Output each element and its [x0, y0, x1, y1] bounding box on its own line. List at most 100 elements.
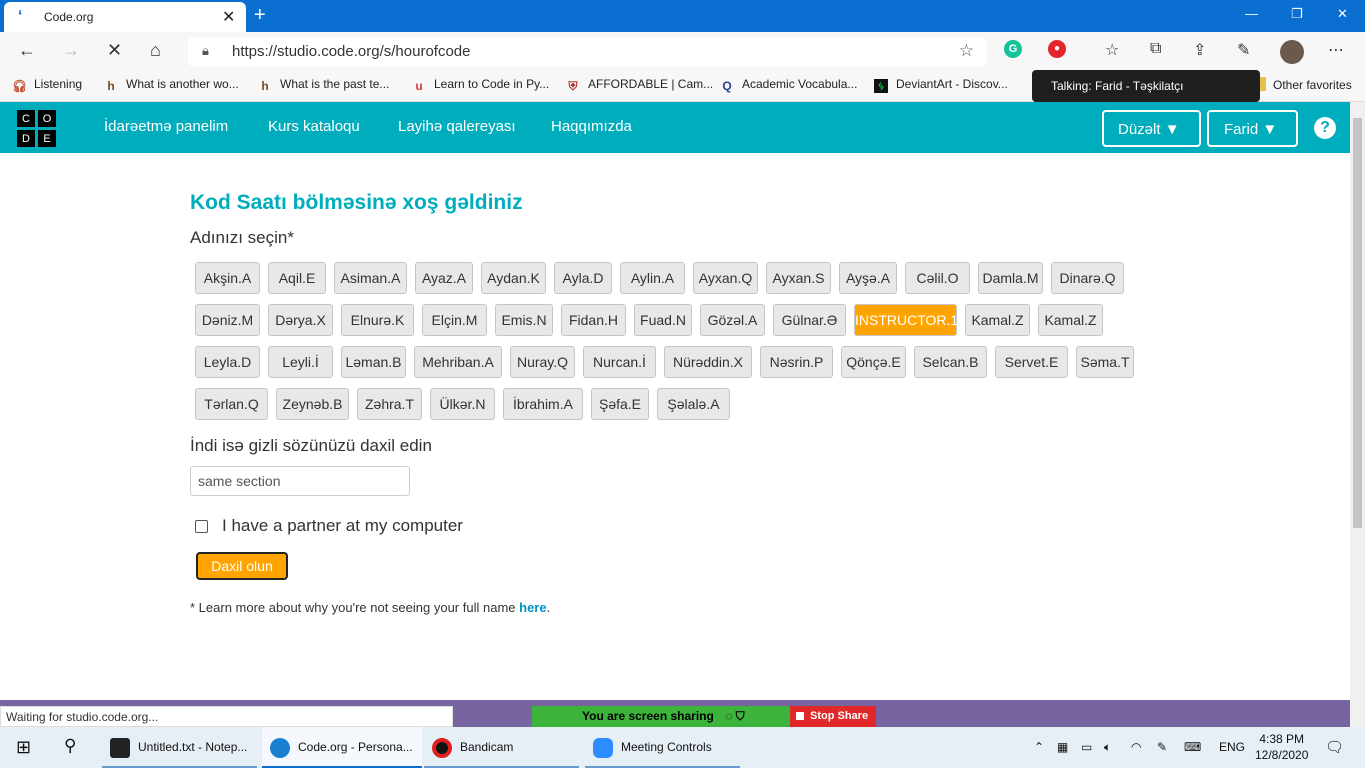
- name-chip[interactable]: Nəsrin.P: [760, 346, 833, 378]
- name-chip[interactable]: Emis.N: [495, 304, 553, 336]
- other-favorites[interactable]: Other favorites: [1258, 77, 1352, 92]
- name-chip[interactable]: Ayla.D: [554, 262, 612, 294]
- name-chip[interactable]: Asiman.A: [334, 262, 407, 294]
- taskbar-item-zoom[interactable]: Meeting Controls: [585, 727, 740, 768]
- url-text[interactable]: https://studio.code.org/s/hourofcode: [232, 43, 470, 60]
- name-chip[interactable]: Kamal.Z: [965, 304, 1030, 336]
- name-chip[interactable]: Mehriban.A: [414, 346, 502, 378]
- name-chip[interactable]: Fidan.H: [561, 304, 626, 336]
- name-chip[interactable]: Dərya.X: [268, 304, 333, 336]
- name-chip[interactable]: Ülkər.N: [430, 388, 495, 420]
- taskbar-item-edge[interactable]: Code.org - Persona...: [262, 727, 422, 768]
- page-scrollbar[interactable]: [1350, 102, 1365, 727]
- name-chip[interactable]: Aqil.E: [268, 262, 326, 294]
- nav-course-catalog[interactable]: Kurs kataloqu: [268, 118, 360, 135]
- help-icon[interactable]: ?: [1314, 117, 1336, 139]
- tray-chevron-icon[interactable]: ⌃: [1034, 740, 1044, 754]
- opera-ext-icon[interactable]: ●: [1048, 40, 1066, 58]
- name-chip[interactable]: Akşin.A: [195, 262, 260, 294]
- name-chip[interactable]: Aylin.A: [620, 262, 685, 294]
- name-chip[interactable]: Dəniz.M: [195, 304, 260, 336]
- volume-icon[interactable]: 🔈︎: [1104, 740, 1111, 755]
- wifi-icon[interactable]: ◠: [1131, 740, 1141, 754]
- stop-share-button[interactable]: Stop Share: [790, 706, 876, 727]
- browser-tab[interactable]: ʻ Code.org ✕: [4, 2, 246, 32]
- nav-about[interactable]: Haqqımızda: [551, 118, 632, 135]
- window-close-icon[interactable]: ✕: [1337, 6, 1348, 22]
- notifications-icon[interactable]: 🗨︎: [1325, 738, 1344, 756]
- minimize-icon[interactable]: —: [1245, 6, 1258, 21]
- name-chip[interactable]: Ayşə.A: [839, 262, 897, 294]
- name-chip[interactable]: Şəlalə.A: [657, 388, 730, 420]
- name-chip[interactable]: Zeynəb.B: [276, 388, 349, 420]
- home-icon[interactable]: ⌂: [150, 40, 161, 61]
- forward-icon[interactable]: →: [62, 40, 80, 61]
- language-indicator[interactable]: ENG: [1219, 740, 1245, 754]
- system-clock[interactable]: 4:38 PM 12/8/2020: [1255, 731, 1308, 763]
- search-icon[interactable]: ⚲: [64, 736, 76, 756]
- bookmark-item[interactable]: h What is the past te...: [258, 77, 389, 93]
- bookmark-item[interactable]: u Learn to Code in Py...: [412, 77, 549, 93]
- name-chip[interactable]: Selcan.B: [914, 346, 987, 378]
- scrollbar-thumb[interactable]: [1353, 118, 1362, 528]
- name-chip[interactable]: Səma.T: [1076, 346, 1134, 378]
- name-chip[interactable]: Dinarə.Q: [1051, 262, 1124, 294]
- favorite-star-icon[interactable]: ☆: [959, 41, 974, 61]
- name-chip[interactable]: Fuad.N: [634, 304, 692, 336]
- taskbar-item-notepad[interactable]: Untitled.txt - Notep...: [102, 727, 257, 768]
- bookmark-item[interactable]: Q Academic Vocabula...: [720, 77, 857, 93]
- share-icon[interactable]: ⇪: [1193, 40, 1206, 60]
- name-chip[interactable]: Nurcan.İ: [583, 346, 656, 378]
- back-icon[interactable]: ←: [18, 40, 36, 61]
- name-chip[interactable]: Kamal.Z: [1038, 304, 1103, 336]
- new-tab-icon[interactable]: +: [254, 4, 266, 27]
- name-chip[interactable]: Ayaz.A: [415, 262, 473, 294]
- collections-icon[interactable]: ⧉: [1150, 40, 1161, 58]
- tab-close-icon[interactable]: ✕: [222, 7, 235, 27]
- favorites-icon[interactable]: ☆: [1105, 40, 1119, 60]
- battery-icon[interactable]: ▭: [1081, 740, 1092, 754]
- name-chip[interactable]: Nuray.Q: [510, 346, 575, 378]
- name-chip[interactable]: İbrahim.A: [503, 388, 583, 420]
- bookmark-item[interactable]: ⛨ AFFORDABLE | Cam...: [566, 77, 713, 93]
- codeorg-logo[interactable]: C O D E: [16, 109, 58, 149]
- name-chip[interactable]: Servet.E: [995, 346, 1068, 378]
- name-chip[interactable]: Qönçə.E: [841, 346, 906, 378]
- partner-checkbox[interactable]: [195, 520, 208, 533]
- name-chip[interactable]: Ləman.B: [341, 346, 406, 378]
- nav-dashboard[interactable]: İdarəetmə panelim: [104, 118, 228, 135]
- sign-in-button[interactable]: Daxil olun: [196, 552, 288, 580]
- secret-word-input[interactable]: [190, 466, 410, 496]
- name-chip[interactable]: Zəhra.T: [357, 388, 422, 420]
- name-chip[interactable]: Gülnar.Ə: [773, 304, 846, 336]
- name-chip[interactable]: Ayxan.Q: [693, 262, 758, 294]
- grammarly-icon[interactable]: G: [1004, 40, 1022, 58]
- bookmark-item[interactable]: h What is another wo...: [104, 77, 238, 93]
- name-chip[interactable]: Aydan.K: [481, 262, 546, 294]
- name-chip[interactable]: Ayxan.S: [766, 262, 831, 294]
- bookmark-item[interactable]: ᛃ DeviantArt - Discov...: [874, 77, 1008, 93]
- name-chip[interactable]: Leyli.İ: [268, 346, 333, 378]
- windows-start-icon[interactable]: ⊞: [16, 737, 31, 758]
- name-chip[interactable]: Elçin.M: [422, 304, 487, 336]
- edit-button[interactable]: Düzəlt ▼: [1102, 110, 1201, 147]
- learn-more-link[interactable]: here: [519, 600, 546, 615]
- stop-loading-icon[interactable]: ✕: [107, 40, 122, 61]
- name-chip[interactable]: Damla.M: [978, 262, 1043, 294]
- more-menu-icon[interactable]: ⋯: [1328, 40, 1344, 60]
- pen-icon[interactable]: ✎: [1157, 740, 1167, 754]
- nav-project-gallery[interactable]: Layihə qalereyası: [398, 118, 516, 135]
- name-chip[interactable]: Şəfa.E: [591, 388, 649, 420]
- profile-avatar[interactable]: [1280, 40, 1304, 64]
- restore-icon[interactable]: ❐: [1291, 6, 1303, 22]
- tray-app-icon[interactable]: ▦: [1057, 740, 1068, 754]
- keyboard-icon[interactable]: ⌨: [1184, 740, 1201, 754]
- name-chip[interactable]: INSTRUCTOR.1: [854, 304, 958, 336]
- name-chip[interactable]: Cəlil.O: [905, 262, 970, 294]
- bookmark-item[interactable]: 🎧︎ Listening: [12, 77, 82, 93]
- address-bar[interactable]: 🔒︎ https://studio.code.org/s/hourofcode …: [188, 37, 986, 66]
- user-menu-button[interactable]: Farid ▼: [1207, 110, 1298, 147]
- name-chip[interactable]: Gözəl.A: [700, 304, 765, 336]
- name-chip[interactable]: Elnurə.K: [341, 304, 414, 336]
- feedback-icon[interactable]: ✎: [1237, 40, 1250, 60]
